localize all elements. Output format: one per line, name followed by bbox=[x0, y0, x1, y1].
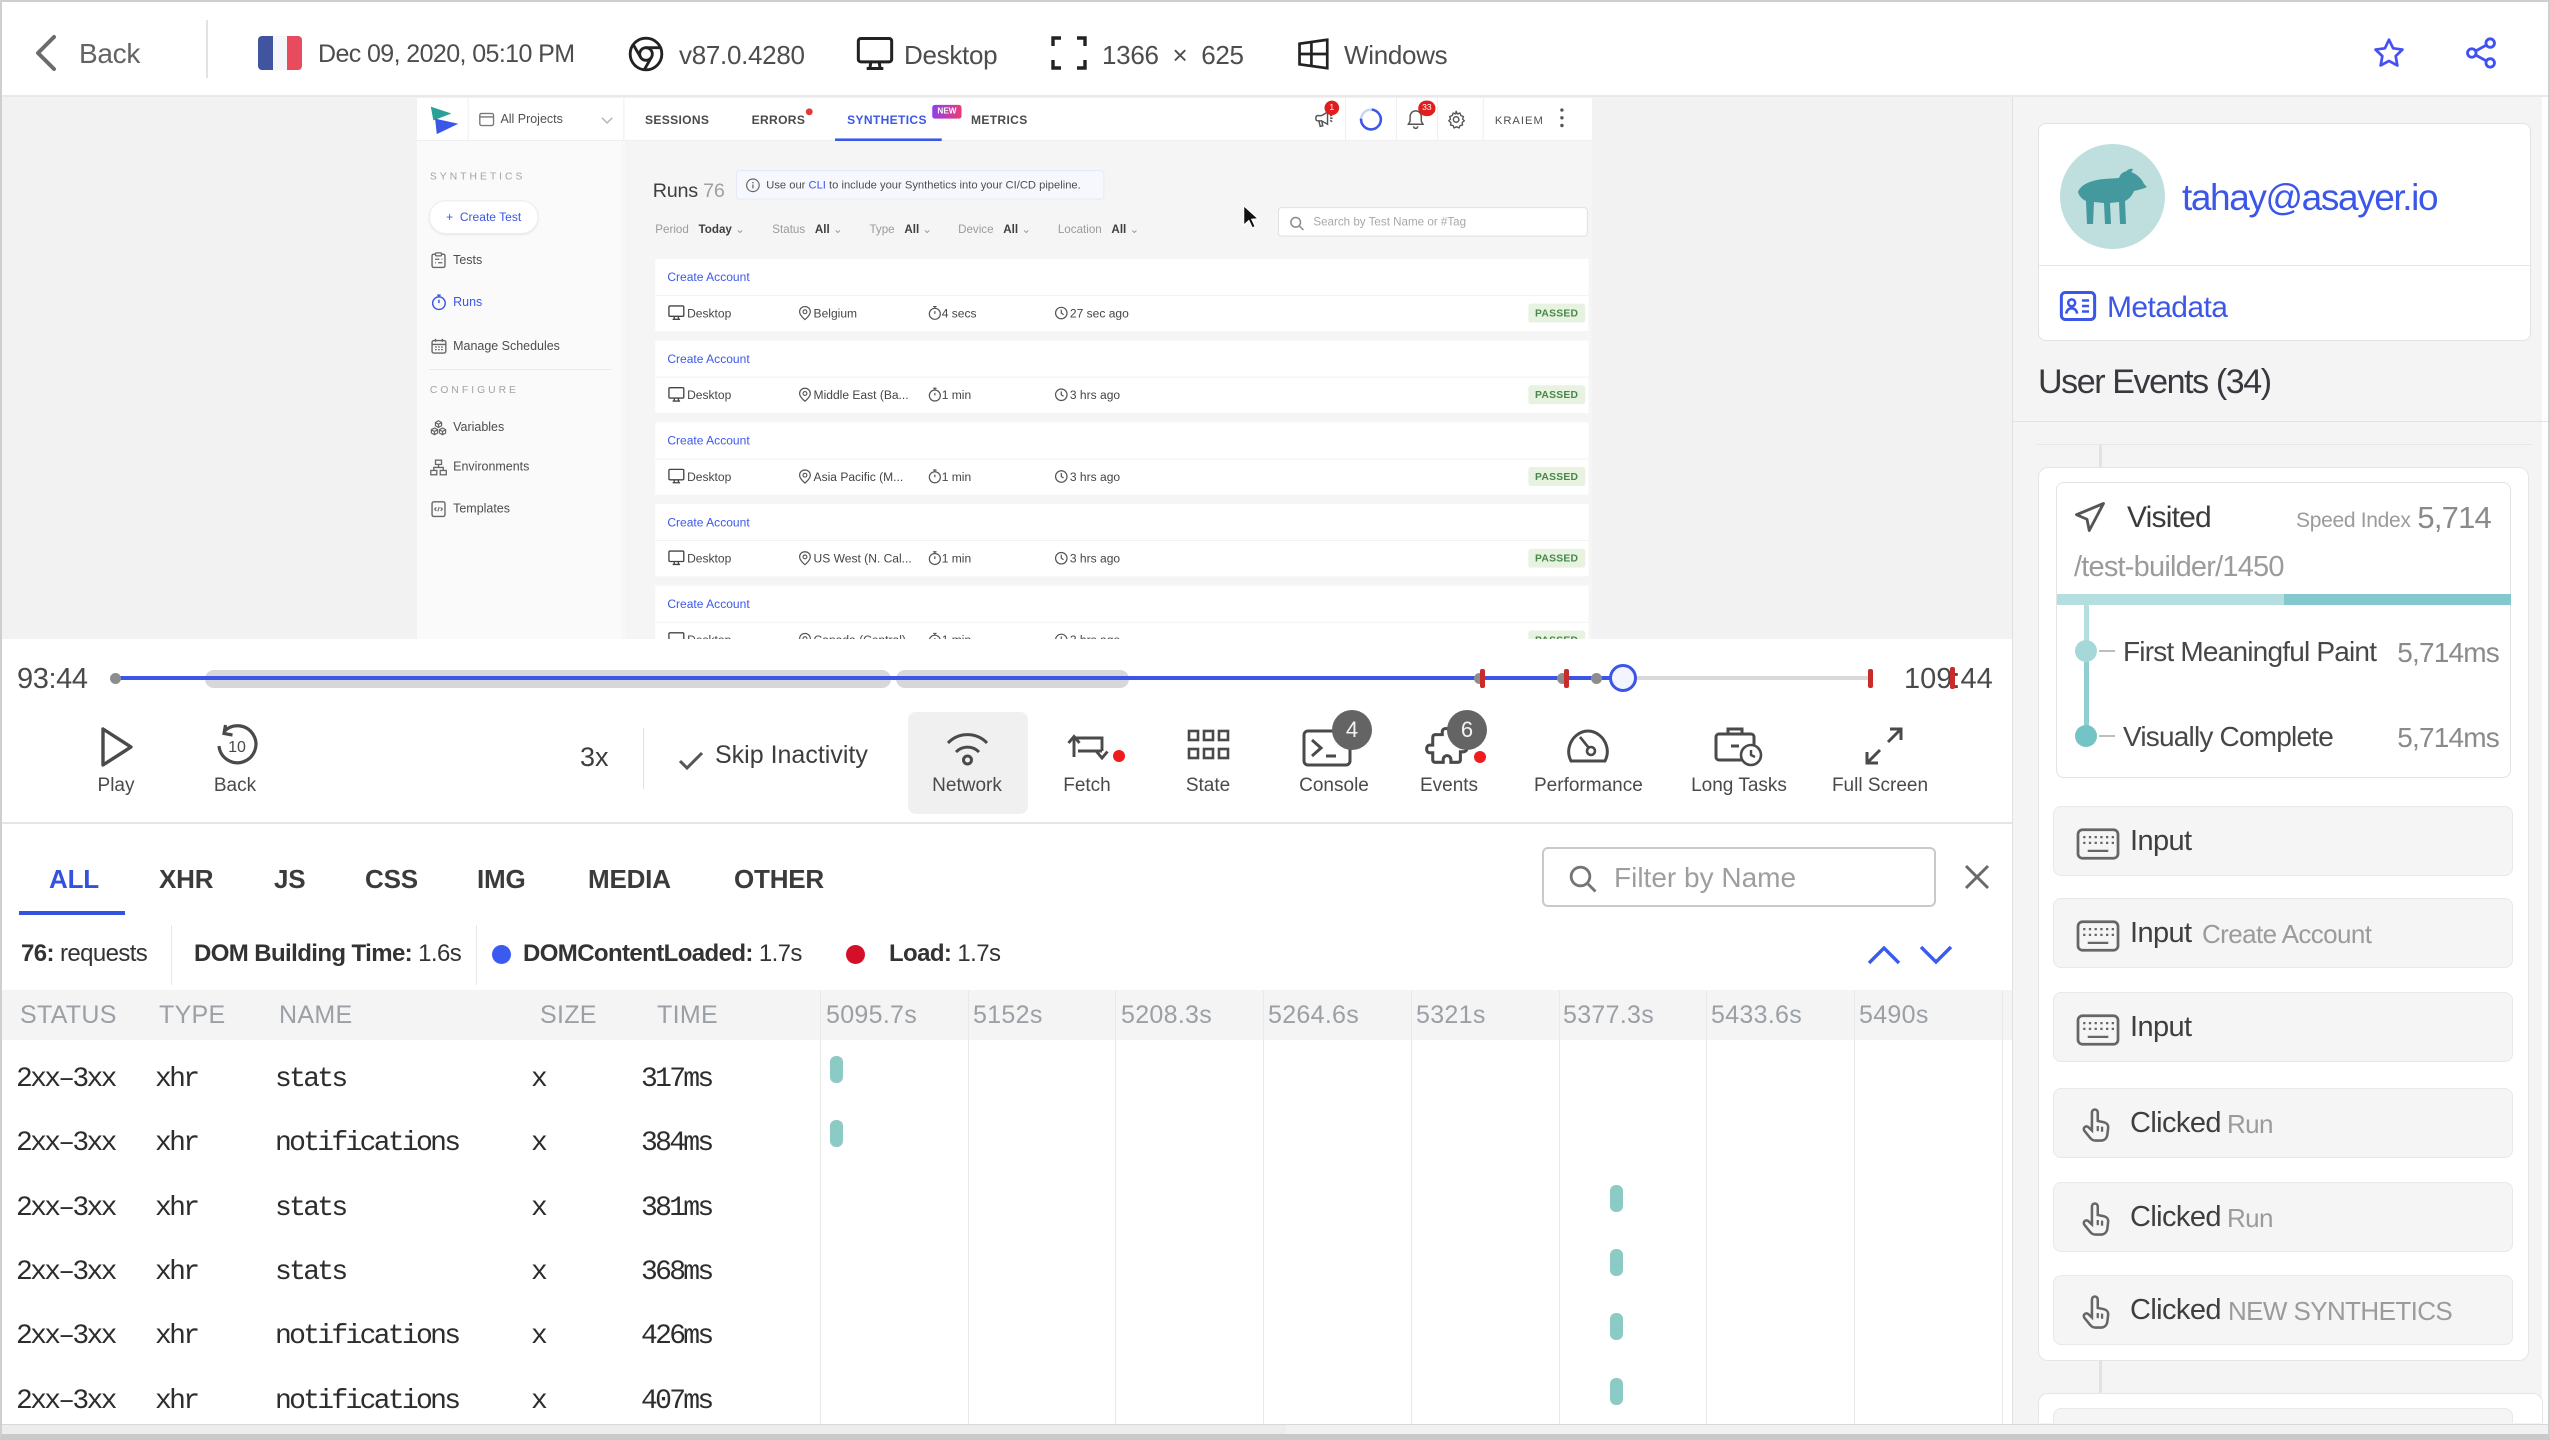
svg-text:10: 10 bbox=[228, 739, 246, 756]
